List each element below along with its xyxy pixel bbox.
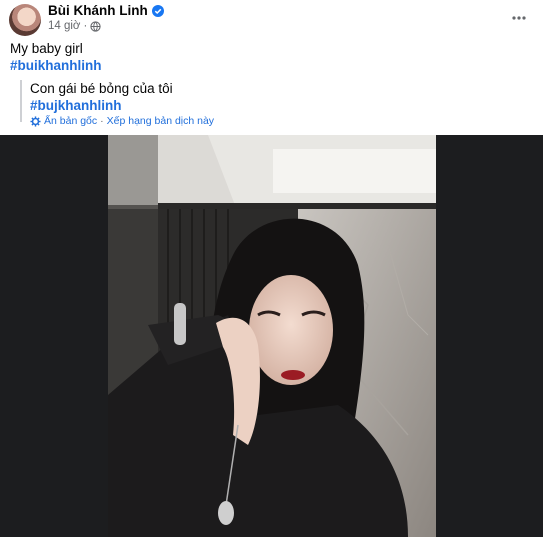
more-options-button[interactable] <box>509 10 529 26</box>
post-text: My baby girl #buikhanhlinh <box>10 40 102 74</box>
meta-separator: · <box>83 20 88 32</box>
post-meta: 14 giờ · <box>48 20 101 32</box>
globe-icon[interactable] <box>90 20 101 32</box>
translation-block: Con gái bé bỏng của tôi #bujkhanhlinh Ẩn… <box>20 80 214 127</box>
tools-separator: · <box>100 115 104 127</box>
selfie-photo-image <box>108 135 436 537</box>
avatar[interactable] <box>9 4 41 36</box>
post-media <box>0 135 543 537</box>
post-photo[interactable] <box>108 135 436 537</box>
translation-tools: Ẩn bản gốc · Xếp hạng bản dịch này <box>30 115 214 127</box>
post-caption: My baby girl <box>10 41 83 56</box>
post-time[interactable]: 14 giờ <box>48 20 80 32</box>
verified-badge-icon <box>151 4 164 17</box>
author-row: Bùi Khánh Linh <box>48 3 164 18</box>
translated-hashtag-link[interactable]: #bujkhanhlinh <box>30 97 214 114</box>
rate-translation-link[interactable]: Xếp hạng bản dịch này <box>107 115 214 127</box>
translated-caption: Con gái bé bỏng của tôi <box>30 81 173 96</box>
post-hashtag-link[interactable]: #buikhanhlinh <box>10 57 102 74</box>
post-header: Bùi Khánh Linh 14 giờ · <box>0 0 543 40</box>
author-name[interactable]: Bùi Khánh Linh <box>48 3 148 18</box>
gear-icon <box>30 115 41 127</box>
more-options-icon <box>512 16 526 20</box>
hide-original-link[interactable]: Ẩn bản gốc <box>44 115 97 127</box>
